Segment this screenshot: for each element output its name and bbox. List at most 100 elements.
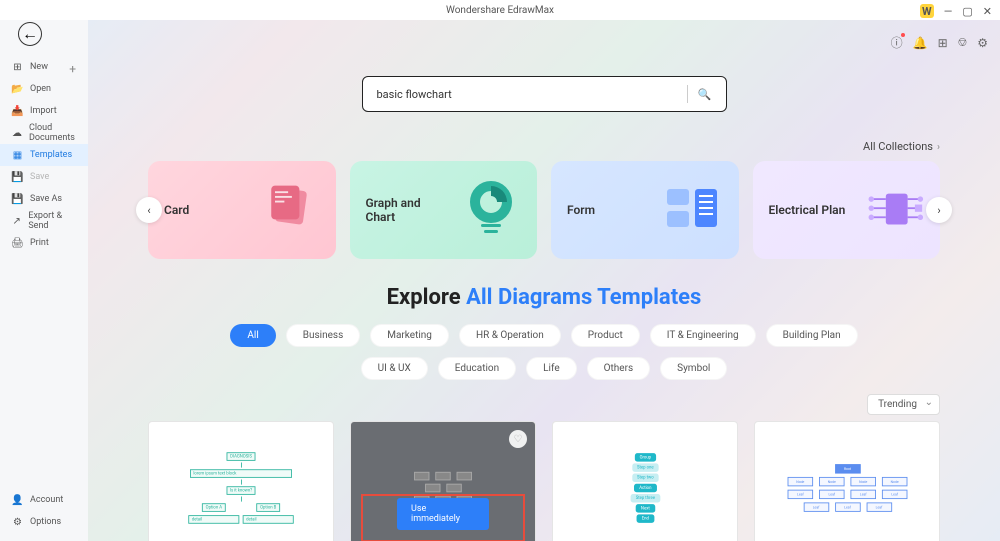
category-label: Card [164,203,189,217]
window-controls: W — ▢ ✕ [920,4,992,18]
filter-chip-uiux[interactable]: UI & UX [361,357,428,380]
help-icon[interactable]: ⓘ [891,34,903,51]
filter-chip-it[interactable]: IT & Engineering [650,324,756,347]
explore-prefix: Explore [387,285,466,310]
filter-chip-business[interactable]: Business [286,324,360,347]
filter-chips: All Business Marketing HR & Operation Pr… [88,310,1000,380]
sidebar-item-save: 💾 Save [0,166,88,188]
minimize-icon[interactable]: — [944,5,953,18]
category-card-electrical[interactable]: Electrical Plan [753,161,941,259]
carousel-prev-button[interactable]: ‹ [136,197,162,223]
explore-heading: Explore All Diagrams Templates [88,259,1000,310]
template-card[interactable]: Group Step one Step two Action Step thre… [552,421,738,541]
options-icon: ⚙ [12,517,23,528]
template-thumbnail: DIAGNOSIS lorem ipsum text block Is it k… [148,421,334,541]
import-icon: 📥 [12,106,23,117]
card-stack-icon [260,180,320,240]
template-card-basic-flowchart[interactable]: ♡ Use immediately Basic Flowchart [350,421,536,541]
print-icon: 🖨 [12,238,23,249]
carousel-next-button[interactable]: › [926,197,952,223]
filter-chip-building[interactable]: Building Plan [766,324,858,347]
templates-icon: ▦ [12,150,23,161]
template-card[interactable]: DIAGNOSIS lorem ipsum text block Is it k… [148,421,334,541]
sidebar-item-label: New [30,62,48,72]
sort-dropdown[interactable]: Trending [867,394,940,415]
category-label: Graph and Chart [366,196,446,224]
sort-label: Trending [878,399,917,410]
sidebar-item-import[interactable]: 📥 Import [0,100,88,122]
cloud-icon: ☁ [12,128,22,139]
sidebar-item-account[interactable]: 👤 Account [0,489,88,511]
open-icon: 📂 [12,84,23,95]
use-immediately-button[interactable]: Use immediately [397,498,489,530]
app-logo-icon: W [920,4,934,18]
category-label: Form [567,203,595,217]
grid-icon[interactable]: ⊞ [938,36,948,50]
account-icon: 👤 [12,495,23,506]
divider [687,85,688,103]
all-collections-label: All Collections [863,140,933,153]
filter-chip-symbol[interactable]: Symbol [660,357,727,380]
sidebar-item-label: Save [30,172,49,182]
category-label: Electrical Plan [769,203,846,217]
cart-icon[interactable]: ⎊ [958,35,968,50]
title-bar: Wondershare EdrawMax W — ▢ ✕ [0,0,1000,20]
filter-chip-product[interactable]: Product [571,324,640,347]
bell-icon[interactable]: 🔔 [913,36,928,50]
circuit-icon [864,180,924,240]
sidebar-item-cloud[interactable]: ☁ Cloud Documents [0,122,88,144]
new-plus-icon[interactable]: + [69,62,76,76]
category-card-graph[interactable]: Graph and Chart [350,161,538,259]
chevron-right-icon: › [937,142,940,153]
filter-chip-all[interactable]: All [230,324,275,347]
export-icon: ↗ [12,216,21,227]
search-box[interactable]: 🔍 [362,76,727,112]
category-card-form[interactable]: Form [551,161,739,259]
sidebar-item-options[interactable]: ⚙ Options [0,511,88,533]
main-content: ⓘ 🔔 ⊞ ⎊ ⚙ 🔍 All Collections › ‹ › Card Gr… [88,20,1000,541]
explore-highlight: All Diagrams Templates [466,285,701,310]
close-icon[interactable]: ✕ [983,5,992,18]
app-title: Wondershare EdrawMax [446,5,554,16]
sidebar-item-export[interactable]: ↗ Export & Send [0,210,88,232]
arrow-left-icon: ← [22,24,38,44]
donut-chart-icon [461,180,521,240]
new-icon: ⊞ [12,62,23,73]
gear-icon[interactable]: ⚙ [977,36,988,50]
search-icon[interactable]: 🔍 [698,88,712,101]
sidebar-item-label: Export & Send [28,211,76,231]
search-input[interactable] [377,88,677,101]
save-icon: 💾 [12,172,23,183]
filter-chip-life[interactable]: Life [526,357,576,380]
category-carousel: ‹ › Card Graph and Chart Form Electrical… [88,161,1000,259]
category-card-card[interactable]: Card [148,161,336,259]
sidebar-item-label: Cloud Documents [29,123,76,143]
templates-grid: DIAGNOSIS lorem ipsum text block Is it k… [88,421,1000,541]
sidebar-item-label: Print [30,238,49,248]
all-collections-link[interactable]: All Collections › [88,112,1000,161]
sidebar-item-label: Account [30,495,63,505]
maximize-icon[interactable]: ▢ [962,5,972,18]
template-thumbnail: Group Step one Step two Action Step thre… [552,421,738,541]
sidebar-item-saveas[interactable]: 💾 Save As [0,188,88,210]
favorite-icon[interactable]: ♡ [509,430,527,448]
filter-chip-education[interactable]: Education [438,357,516,380]
template-thumbnail: Root NodeNodeNodeNode LeafLeafLeafLeaf L… [754,421,940,541]
sidebar-item-open[interactable]: 📂Open [0,78,88,100]
template-thumbnail: ♡ Use immediately [350,421,536,541]
filter-chip-hr[interactable]: HR & Operation [459,324,561,347]
back-button[interactable]: ← [18,22,42,46]
sidebar: + ⊞ New 📂Open 📥 Import ☁ Cloud Documents ▦ T… [0,20,88,541]
saveas-icon: 💾 [12,194,23,205]
sidebar-item-label: Options [30,517,61,527]
filter-chip-marketing[interactable]: Marketing [370,324,449,347]
sidebar-item-label: Save As [30,194,62,204]
sidebar-item-label: Import [30,106,57,116]
template-card[interactable]: Root NodeNodeNodeNode LeafLeafLeafLeaf L… [754,421,940,541]
sidebar-item-label: Templates [30,150,72,160]
sidebar-item-templates[interactable]: ▦ Templates [0,144,88,166]
sidebar-item-print[interactable]: 🖨 Print [0,232,88,254]
filter-chip-others[interactable]: Others [587,357,651,380]
top-toolbar: ⓘ 🔔 ⊞ ⎊ ⚙ [891,34,988,51]
form-blocks-icon [663,180,723,240]
